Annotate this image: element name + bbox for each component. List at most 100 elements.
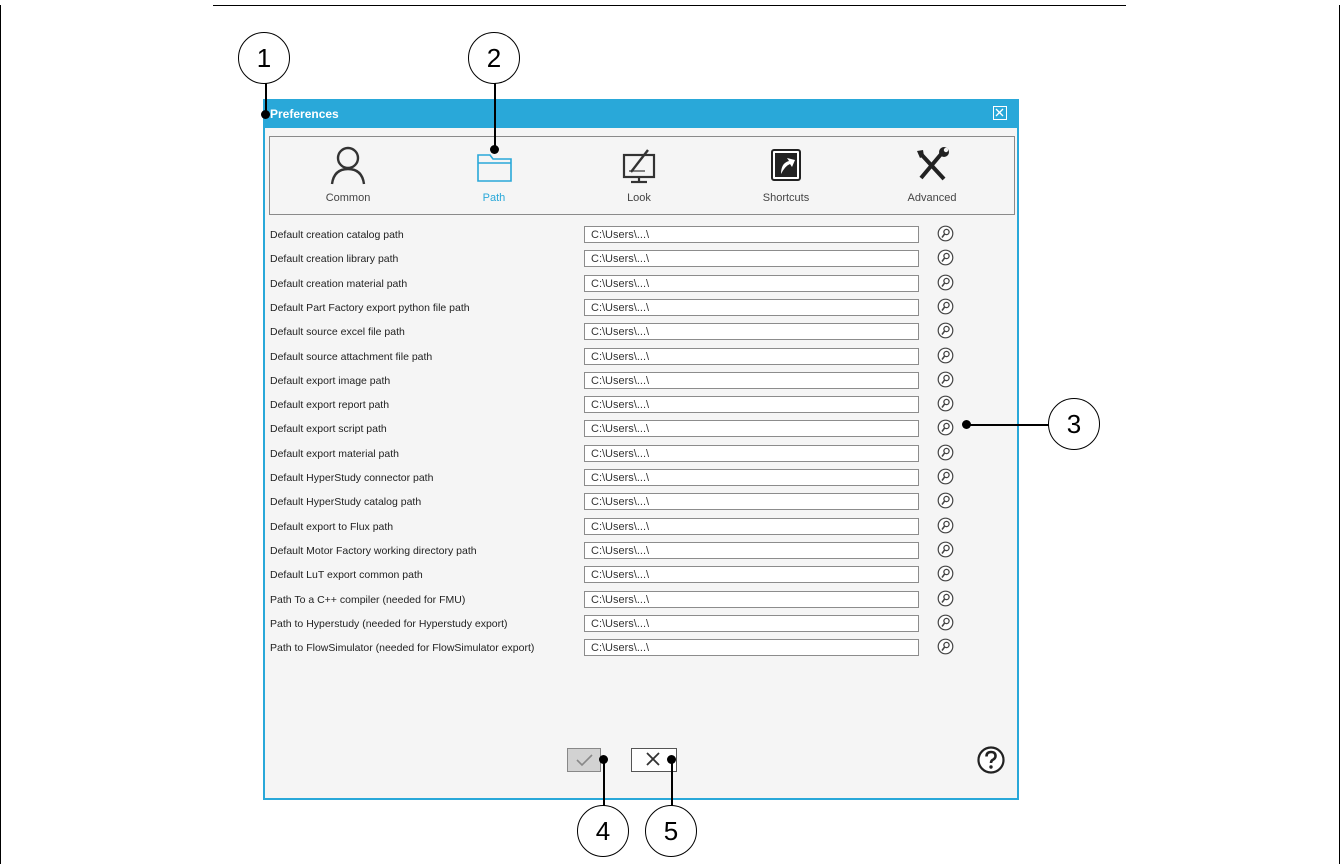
callout-2-dot [490, 145, 499, 154]
browse-magnifier-icon[interactable] [937, 274, 954, 291]
path-label: Default Motor Factory working directory … [270, 544, 477, 557]
path-label: Default source attachment file path [270, 350, 433, 363]
path-field[interactable]: C:\Users\...\ [584, 469, 919, 486]
path-field[interactable]: C:\Users\...\ [584, 590, 919, 608]
browse-magnifier-icon[interactable] [937, 395, 954, 412]
path-row: Default Part Factory export python file … [270, 298, 970, 320]
browse-magnifier-icon[interactable] [937, 517, 954, 534]
callout-2-leader [494, 83, 496, 150]
path-field[interactable]: C:\Users\...\ [584, 639, 919, 657]
browse-magnifier-icon[interactable] [937, 347, 954, 364]
path-row: Default creation material path C:\Users\.… [270, 274, 970, 296]
path-field[interactable]: C:\Users\...\ [584, 566, 919, 584]
user-icon [330, 146, 366, 185]
path-row: Default source excel file path C:\Users\.… [270, 322, 970, 344]
path-label: Default export report path [270, 399, 390, 412]
browse-magnifier-icon[interactable] [937, 565, 954, 582]
path-label: Default export script path [270, 423, 387, 436]
path-row: Path To a C++ compiler (needed for FMU) C… [270, 590, 970, 612]
path-row: Default export report path C:\Users\...\ [270, 395, 970, 417]
ok-button[interactable] [567, 748, 601, 772]
shortcut-arrow-icon [771, 149, 801, 181]
tab-advanced[interactable]: Advanced [872, 137, 992, 213]
browse-magnifier-icon[interactable] [937, 590, 954, 607]
callout-5: 5 [645, 805, 697, 857]
tools-icon [917, 147, 949, 181]
browse-magnifier-icon[interactable] [937, 638, 954, 655]
path-field[interactable]: C:\Users\...\ [584, 226, 919, 243]
path-row: Default export image path C:\Users\...\ [270, 371, 970, 393]
path-label: Default HyperStudy catalog path [270, 496, 422, 509]
browse-magnifier-icon[interactable] [937, 614, 954, 631]
callout-3-dot [962, 420, 971, 429]
path-field[interactable]: C:\Users\...\ [584, 298, 919, 316]
path-field[interactable]: C:\Users\...\ [584, 274, 919, 292]
help-icon[interactable] [977, 746, 1005, 774]
path-field[interactable]: C:\Users\...\ [584, 493, 919, 511]
tab-shortcuts[interactable]: Shortcuts [726, 137, 846, 213]
path-label: Default source excel file path [270, 326, 405, 339]
callout-5-dot [667, 755, 676, 764]
path-label: Path to Hyperstudy (needed for Hyperstud… [270, 617, 508, 630]
callout-4-leader [603, 760, 605, 806]
path-row: Default HyperStudy catalog path C:\Users\… [270, 492, 970, 514]
path-row: Default creation library path C:\Users\..… [270, 249, 970, 271]
callout-1: 1 [238, 32, 290, 84]
tab-label: Shortcuts [762, 192, 810, 204]
path-field[interactable]: C:\Users\...\ [584, 371, 919, 389]
path-field[interactable]: C:\Users\...\ [584, 347, 919, 365]
preferences-dialog: Preferences Common Path Look Shortcuts A… [263, 99, 1019, 800]
callout-3: 3 [1048, 398, 1100, 450]
browse-magnifier-icon[interactable] [937, 371, 954, 388]
close-button[interactable] [993, 106, 1007, 120]
title-bar: Preferences [265, 101, 1017, 128]
callout-4-dot [599, 755, 608, 764]
browse-magnifier-icon[interactable] [937, 468, 954, 485]
path-label: Default creation catalog path [270, 229, 404, 241]
browse-magnifier-icon[interactable] [937, 249, 954, 266]
path-field[interactable]: C:\Users\...\ [584, 396, 919, 414]
path-field[interactable]: C:\Users\...\ [584, 323, 919, 341]
path-label: Default export material path [270, 447, 399, 460]
path-label: Path to FlowSimulator (needed for FlowSi… [270, 642, 535, 655]
callout-3-leader [967, 424, 1049, 426]
path-field[interactable]: C:\Users\...\ [584, 420, 919, 438]
tab-label: Look [627, 192, 651, 204]
frame-left-line [0, 5, 1, 864]
path-row: Default LuT export common path C:\Users\.… [270, 565, 970, 587]
tab-label: Advanced [907, 192, 957, 204]
browse-magnifier-icon[interactable] [937, 322, 954, 339]
checkmark-icon [576, 754, 593, 767]
path-field[interactable]: C:\Users\...\ [584, 444, 919, 462]
path-label: Default LuT export common path [270, 569, 423, 582]
browse-magnifier-icon[interactable] [937, 541, 954, 558]
path-row: Path to Hyperstudy (needed for Hyperstud… [270, 614, 970, 636]
browse-magnifier-icon[interactable] [937, 298, 954, 315]
path-label: Default export image path [270, 374, 391, 387]
browse-magnifier-icon[interactable] [937, 225, 954, 242]
path-field[interactable]: C:\Users\...\ [584, 614, 919, 632]
path-label: Default export to Flux path [270, 520, 394, 533]
tab-label: Common [325, 192, 371, 204]
path-field[interactable]: C:\Users\...\ [584, 517, 919, 535]
tab-common[interactable]: Common [288, 137, 408, 213]
browse-magnifier-icon[interactable] [937, 419, 954, 436]
path-row: Default export material path C:\Users\...… [270, 444, 970, 466]
path-row: Default source attachment file path C:\Us… [270, 347, 970, 369]
path-label: Default HyperStudy connector path [270, 472, 434, 484]
browse-magnifier-icon[interactable] [937, 492, 954, 509]
path-field[interactable]: C:\Users\...\ [584, 250, 919, 268]
callout-4: 4 [577, 805, 629, 857]
path-field[interactable]: C:\Users\...\ [584, 541, 919, 559]
browse-magnifier-icon[interactable] [937, 444, 954, 461]
close-icon [995, 108, 1004, 117]
path-row: Default export script path C:\Users\...\ [270, 419, 970, 441]
path-row: Path to FlowSimulator (needed for FlowSi… [270, 638, 970, 660]
path-label: Default creation library path [270, 253, 399, 266]
path-label: Default Part Factory export python file … [270, 301, 470, 314]
callout-5-leader [671, 760, 673, 806]
path-row: Default export to Flux path C:\Users\...\ [270, 517, 970, 539]
monitor-pen-icon [622, 149, 656, 184]
path-row: Default HyperStudy connector path C:\User… [270, 468, 970, 490]
tab-look[interactable]: Look [579, 137, 699, 213]
